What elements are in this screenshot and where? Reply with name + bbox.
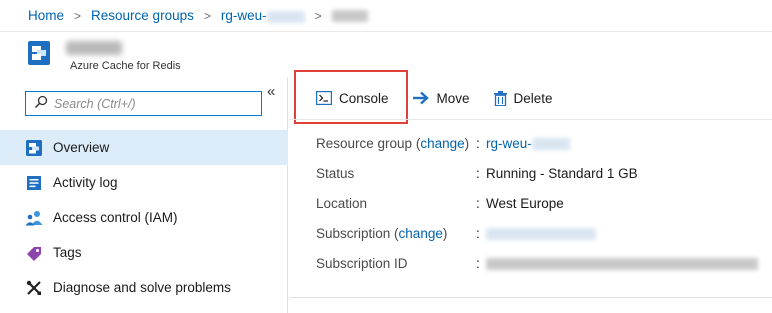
- console-button[interactable]: Console: [316, 83, 389, 113]
- command-toolbar: Console Move Delete: [296, 77, 772, 119]
- location-value: West Europe: [486, 195, 564, 211]
- property-colon: :: [476, 135, 480, 151]
- move-button[interactable]: Move: [412, 83, 470, 113]
- change-resource-group-link[interactable]: change: [420, 136, 464, 151]
- breadcrumb-resource-group-link[interactable]: rg-weu-: [221, 8, 305, 23]
- delete-button[interactable]: Delete: [493, 83, 553, 113]
- sidebar-item-diagnose[interactable]: Diagnose and solve problems: [0, 270, 288, 305]
- redis-cache-icon: [28, 41, 50, 65]
- sidebar-item-label: Activity log: [53, 175, 118, 190]
- subscription-label: Subscription: [316, 225, 391, 241]
- redacted-resource-name: [66, 41, 122, 55]
- property-colon: :: [476, 195, 480, 211]
- breadcrumb-resource-groups-link[interactable]: Resource groups: [91, 8, 194, 23]
- property-colon: :: [476, 165, 480, 181]
- property-subscription-id: Subscription ID :: [316, 248, 772, 278]
- redacted-subscription-id: [486, 257, 758, 270]
- resource-type-label: Azure Cache for Redis: [70, 60, 181, 72]
- redacted-subscription-name[interactable]: [486, 227, 596, 240]
- sidebar-item-label: Overview: [53, 140, 110, 155]
- delete-button-label: Delete: [513, 90, 553, 106]
- redis-overview-icon: [25, 139, 43, 157]
- change-subscription-link[interactable]: change: [399, 226, 443, 241]
- chevron-right-icon: >: [74, 8, 82, 23]
- property-status: Status : Running - Standard 1 GB: [316, 158, 772, 188]
- chevron-right-icon: >: [203, 8, 211, 23]
- search-icon: [34, 95, 48, 112]
- collapse-sidebar-button[interactable]: «: [267, 83, 275, 100]
- search-box[interactable]: [25, 91, 262, 116]
- console-icon: [316, 91, 332, 105]
- essentials-divider: [289, 297, 772, 298]
- tag-icon: [25, 244, 43, 262]
- sidebar-item-access-control[interactable]: Access control (IAM): [0, 200, 288, 235]
- console-button-label: Console: [339, 90, 389, 106]
- property-label: Status: [316, 165, 355, 181]
- resource-header: Azure Cache for Redis: [0, 33, 772, 77]
- status-value: Running - Standard 1 GB: [486, 165, 638, 181]
- property-label: Resource group (change): [316, 135, 470, 151]
- sidebar-item-label: Tags: [53, 245, 82, 260]
- essentials-panel: Resource group (change) : rg-weu- Status…: [316, 128, 772, 278]
- property-location: Location : West Europe: [316, 188, 772, 218]
- redacted-resource-group-suffix: [266, 10, 305, 23]
- sidebar-item-tags[interactable]: Tags: [0, 235, 288, 270]
- sidebar-item-label: Access control (IAM): [53, 210, 178, 225]
- property-value: [486, 256, 772, 271]
- arrow-right-icon: [412, 91, 430, 105]
- toolbar-divider: [289, 119, 772, 120]
- redacted-resource-name-crumb: [331, 9, 368, 22]
- property-value: rg-weu-: [486, 136, 772, 151]
- property-label: Location: [316, 195, 368, 211]
- activity-log-icon: [25, 174, 43, 192]
- property-subscription: Subscription (change) :: [316, 218, 772, 248]
- chevron-right-icon: >: [314, 8, 322, 23]
- redacted-resource-group-suffix: [531, 137, 570, 150]
- resource-group-value-link[interactable]: rg-weu-: [486, 136, 532, 151]
- breadcrumb-resource-group-prefix[interactable]: rg-weu-: [221, 8, 267, 23]
- wrench-cross-icon: [25, 279, 43, 297]
- sidebar-item-activity-log[interactable]: Activity log: [0, 165, 288, 200]
- resource-group-label: Resource group: [316, 135, 413, 151]
- sidebar-item-label: Diagnose and solve problems: [53, 280, 231, 295]
- breadcrumb: Home > Resource groups > rg-weu- >: [0, 0, 772, 32]
- sidebar-item-overview[interactable]: Overview: [0, 130, 288, 165]
- property-colon: :: [476, 255, 480, 271]
- property-label: Subscription (change): [316, 225, 448, 241]
- property-colon: :: [476, 225, 480, 241]
- property-resource-group: Resource group (change) : rg-weu-: [316, 128, 772, 158]
- sidebar-nav: Overview Activity log Access control (IA…: [0, 130, 288, 305]
- breadcrumb-home-link[interactable]: Home: [28, 8, 64, 23]
- property-label: Subscription ID: [316, 255, 408, 271]
- property-value: [486, 226, 772, 241]
- trash-icon: [493, 90, 507, 106]
- search-input[interactable]: [54, 96, 244, 111]
- sidebar: « Overview: [0, 77, 288, 313]
- iam-people-icon: [25, 209, 43, 227]
- move-button-label: Move: [436, 90, 470, 106]
